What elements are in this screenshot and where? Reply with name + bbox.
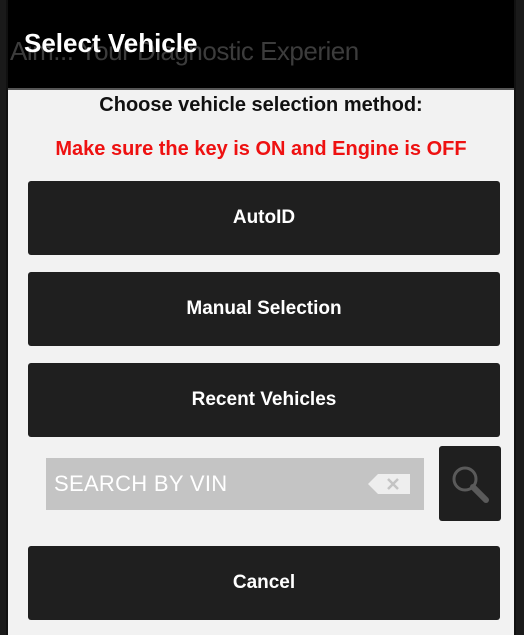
vin-search-placeholder: SEARCH BY VIN — [54, 471, 228, 496]
autoid-button[interactable]: AutoID — [28, 181, 500, 255]
magnifier-icon — [452, 466, 489, 503]
dialog-title-bar: Aim... Your Diagnostic Experien Select V… — [8, 0, 514, 90]
manual-selection-button[interactable]: Manual Selection — [28, 272, 500, 346]
dialog-title: Select Vehicle — [24, 28, 198, 58]
search-button[interactable] — [439, 446, 501, 521]
recent-vehicles-button[interactable]: Recent Vehicles — [28, 363, 500, 437]
select-vehicle-dialog: Aim... Your Diagnostic Experien Select V… — [6, 0, 516, 635]
vin-search-input[interactable]: SEARCH BY VIN — [46, 458, 424, 510]
selection-prompt: Choose vehicle selection method: — [99, 94, 423, 116]
warning-message: Make sure the key is ON and Engine is OF… — [55, 138, 467, 160]
backspace-clear-icon[interactable] — [368, 474, 410, 494]
cancel-button[interactable]: Cancel — [28, 546, 500, 620]
